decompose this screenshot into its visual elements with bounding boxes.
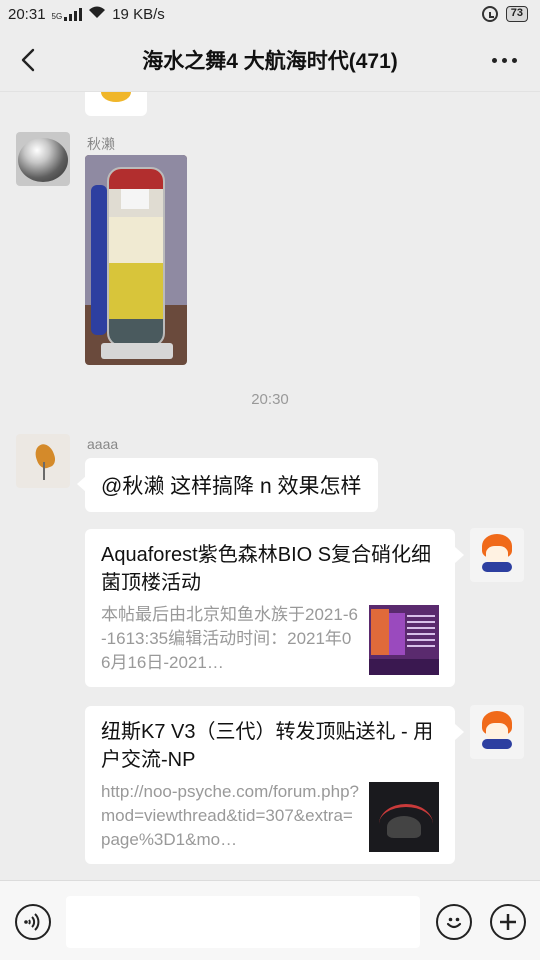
- input-bar: [0, 880, 540, 960]
- time-divider: 20:30: [251, 391, 289, 408]
- partial-image-message[interactable]: [85, 92, 147, 116]
- plant-avatar: [32, 441, 58, 471]
- photo-reactor-icon: [107, 167, 165, 347]
- wifi-icon: [88, 5, 106, 23]
- alarm-icon: [481, 6, 498, 22]
- avatar[interactable]: [16, 132, 70, 186]
- avatar[interactable]: [16, 434, 70, 488]
- product-thumbnail: [369, 605, 439, 675]
- image-message[interactable]: [85, 155, 187, 365]
- status-time: 20:31: [8, 5, 46, 23]
- network-speed: 19 KB/s: [112, 5, 165, 23]
- chevron-left-icon: [21, 48, 35, 72]
- network-type: 5G: [51, 11, 63, 21]
- voice-icon: [24, 913, 40, 931]
- chat-area[interactable]: 秋濑 20:30 aaaa @秋濑 这样搞降 n 效果怎样 Aquaforest…: [0, 92, 540, 880]
- back-button[interactable]: [12, 44, 44, 76]
- self-avatar[interactable]: [470, 528, 524, 582]
- link-description: 本帖最后由北京知鱼水族于2021-6-1613:35编辑活动时间：2021年06…: [101, 605, 358, 672]
- link-title: 纽斯K7 V3（三代）转发顶贴送礼 - 用户交流-NP: [101, 721, 434, 771]
- more-button[interactable]: [488, 48, 520, 72]
- message-input[interactable]: [66, 896, 420, 948]
- battery-icon: 73: [505, 6, 528, 22]
- plus-button[interactable]: [490, 904, 526, 940]
- text-message[interactable]: @秋濑 这样搞降 n 效果怎样: [77, 458, 378, 512]
- status-bar: 20:31 5G 19 KB/s 73: [0, 0, 540, 28]
- link-card[interactable]: Aquaforest紫色森林BIO S复合硝化细菌顶楼活动 本帖最后由北京知鱼水…: [85, 529, 464, 687]
- metal-sphere-avatar: [18, 138, 68, 182]
- emoji-icon: [446, 917, 462, 929]
- chat-header: 海水之舞4 大航海时代(471): [0, 28, 540, 92]
- sender-name: 秋濑: [87, 136, 115, 152]
- self-avatar[interactable]: [470, 705, 524, 759]
- emoji-button[interactable]: [436, 904, 472, 940]
- voice-button[interactable]: [15, 904, 51, 940]
- link-card[interactable]: 纽斯K7 V3（三代）转发顶贴送礼 - 用户交流-NP http://noo-p…: [85, 706, 464, 864]
- lamp-thumbnail: [369, 782, 439, 852]
- sender-name: aaaa: [87, 436, 119, 452]
- signal-icon: 5G: [51, 7, 83, 21]
- plus-icon: [500, 914, 516, 930]
- link-description: http://noo-psyche.com/forum.php?mod=view…: [101, 782, 359, 849]
- chat-title: 海水之舞4 大航海时代(471): [142, 49, 398, 73]
- link-title: Aquaforest紫色森林BIO S复合硝化细菌顶楼活动: [101, 544, 432, 594]
- more-dots-icon: [491, 57, 497, 63]
